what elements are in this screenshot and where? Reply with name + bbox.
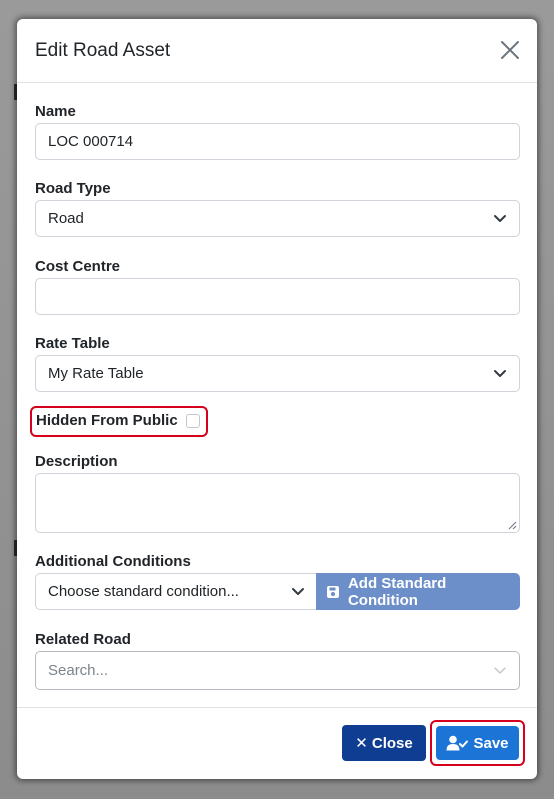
resize-grip-icon[interactable] <box>508 521 517 530</box>
add-standard-condition-button[interactable]: Add Standard Condition <box>316 573 520 610</box>
close-button[interactable]: ✕ Close <box>342 725 426 761</box>
cost-centre-input[interactable] <box>35 278 520 315</box>
additional-conditions-label: Additional Conditions <box>35 553 191 570</box>
standard-condition-value: Choose standard condition... <box>48 583 239 600</box>
description-label: Description <box>35 453 118 470</box>
cost-centre-label: Cost Centre <box>35 258 121 275</box>
name-value: LOC 000714 <box>48 133 134 150</box>
modal-title: Edit Road Asset <box>35 40 171 61</box>
chevron-down-icon <box>494 370 506 377</box>
chevron-down-icon <box>494 667 506 674</box>
hidden-from-public-highlight: Hidden From Public <box>30 406 208 437</box>
road-type-label: Road Type <box>35 180 111 197</box>
save-button-label: Save <box>473 734 509 752</box>
chevron-down-icon <box>494 215 506 222</box>
edit-road-asset-dialog: Edit Road Asset Name LOC 000714 Road Typ… <box>17 19 537 779</box>
rate-table-value: My Rate Table <box>48 365 144 382</box>
hidden-from-public-label: Hidden From Public <box>36 412 178 429</box>
floppy-disk-icon <box>326 585 339 598</box>
description-textarea[interactable] <box>35 473 520 533</box>
road-type-select[interactable]: Road <box>35 200 520 237</box>
related-road-label: Related Road <box>35 631 131 648</box>
rate-table-select[interactable]: My Rate Table <box>35 355 520 392</box>
related-road-placeholder: Search... <box>48 662 109 679</box>
related-road-search-input[interactable]: Search... <box>35 651 520 690</box>
name-label: Name <box>35 103 76 120</box>
times-icon: ✕ <box>355 735 368 752</box>
close-button-label: Close <box>371 734 413 752</box>
modal-footer: ✕ Close Save <box>17 707 537 779</box>
user-check-icon <box>446 735 469 751</box>
add-standard-condition-label: Add Standard Condition <box>347 574 447 609</box>
name-input[interactable]: LOC 000714 <box>35 123 520 160</box>
save-button-highlight: Save <box>430 720 525 766</box>
save-button[interactable]: Save <box>436 726 519 760</box>
road-type-value: Road <box>48 210 84 227</box>
standard-condition-select[interactable]: Choose standard condition... <box>35 573 317 610</box>
close-icon[interactable] <box>497 37 523 63</box>
chevron-down-icon <box>292 588 304 595</box>
hidden-from-public-checkbox[interactable] <box>186 414 200 428</box>
modal-header: Edit Road Asset <box>17 19 537 83</box>
rate-table-label: Rate Table <box>35 335 110 352</box>
